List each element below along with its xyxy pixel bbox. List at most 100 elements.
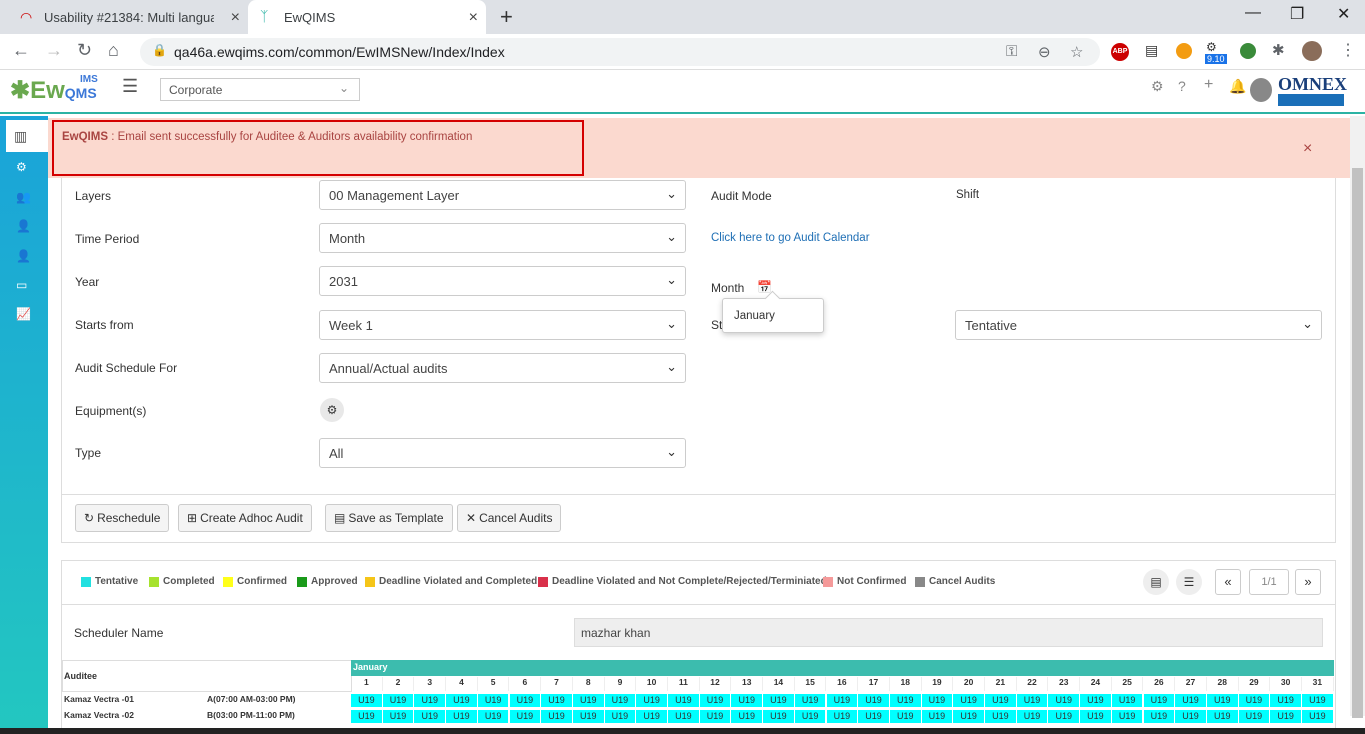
schedule-cell[interactable]: U19	[636, 694, 667, 707]
user-check-icon[interactable]: 👤	[16, 249, 31, 263]
status-select[interactable]: Tentative ⌄	[955, 310, 1322, 340]
schedule-cell[interactable]: U19	[1111, 710, 1143, 723]
page-scrollbar[interactable]	[1350, 116, 1365, 718]
schedule-cell[interactable]: U19	[1143, 710, 1175, 723]
schedule-cell[interactable]: U19	[985, 694, 1016, 707]
schedule-cell[interactable]: U19	[1048, 710, 1080, 723]
menu-icon[interactable]: ⋮	[1340, 40, 1356, 60]
schedule-cell[interactable]: U19	[1175, 710, 1206, 723]
schedule-cell[interactable]: U19	[921, 694, 953, 707]
sidebar-item-active[interactable]: ▥	[6, 120, 48, 152]
save-as-template-button[interactable]: ▤ Save as Template	[325, 504, 453, 532]
schedule-cell[interactable]: U19	[446, 694, 477, 707]
schedule-cell[interactable]: U19	[763, 694, 794, 707]
cogs-icon[interactable]: ⚙	[320, 398, 344, 422]
schedule-cell[interactable]: U19	[794, 710, 826, 723]
document-ext-icon[interactable]: ▤	[1145, 42, 1158, 59]
schedule-cell[interactable]: U19	[953, 694, 984, 707]
schedule-cell[interactable]: U19	[826, 694, 858, 707]
cancel-audits-button[interactable]: ✕ Cancel Audits	[457, 504, 562, 532]
prev-page-button[interactable]: «	[1215, 569, 1241, 595]
close-tab-icon[interactable]: ×	[231, 9, 240, 27]
schedule-cell[interactable]: U19	[1302, 694, 1333, 707]
bell-icon[interactable]: 🔔	[1229, 78, 1246, 95]
close-tab-icon[interactable]: ×	[469, 9, 478, 27]
schedule-cell[interactable]: U19	[572, 694, 604, 707]
create-adhoc-audit-button[interactable]: ⊞ Create Adhoc Audit	[178, 504, 312, 532]
scrollbar-thumb[interactable]	[1352, 168, 1363, 718]
schedule-cell[interactable]: U19	[1270, 694, 1301, 707]
schedule-cell[interactable]: U19	[889, 694, 921, 707]
schedule-cell[interactable]: U19	[1143, 694, 1175, 707]
globe-ext-icon[interactable]	[1240, 43, 1256, 59]
schedule-cell[interactable]: U19	[699, 710, 731, 723]
schedule-cell[interactable]: U19	[541, 694, 572, 707]
schedule-cell[interactable]: U19	[668, 710, 699, 723]
schedule-cell[interactable]: U19	[604, 710, 636, 723]
back-icon[interactable]: ←	[12, 40, 30, 61]
schedule-cell[interactable]: U19	[382, 710, 414, 723]
org-select[interactable]: Corporate ⌄	[160, 78, 360, 101]
type-select[interactable]: All ⌄	[319, 438, 686, 468]
schedule-cell[interactable]: U19	[382, 694, 414, 707]
schedule-cell[interactable]: U19	[509, 694, 541, 707]
schedule-cell[interactable]: U19	[351, 710, 382, 723]
schedule-cell[interactable]: U19	[858, 710, 889, 723]
schedule-cell[interactable]: U19	[668, 694, 699, 707]
export-icon[interactable]: ▤	[1143, 569, 1169, 595]
schedule-cell[interactable]: U19	[889, 710, 921, 723]
hamburger-icon[interactable]: ☰	[122, 76, 138, 97]
minimize-button[interactable]: —	[1245, 4, 1261, 22]
tab-ewqims[interactable]: ᛉ EwQIMS ×	[248, 0, 486, 34]
key-icon[interactable]: ⚿	[1006, 43, 1017, 60]
schedule-cell[interactable]: U19	[731, 710, 763, 723]
schedule-cell[interactable]: U19	[541, 710, 572, 723]
schedule-cell[interactable]: U19	[1238, 710, 1270, 723]
schedule-cell[interactable]: U19	[1238, 694, 1270, 707]
schedule-cell[interactable]: U19	[509, 710, 541, 723]
schedule-cell[interactable]: U19	[794, 694, 826, 707]
schedule-cell[interactable]: U19	[1080, 710, 1111, 723]
firefox-ext-icon[interactable]	[1176, 43, 1192, 59]
schedule-cell[interactable]: U19	[414, 710, 446, 723]
plus-icon[interactable]: +	[1204, 76, 1213, 94]
reload-icon[interactable]: ↻	[77, 40, 92, 61]
schedule-cell[interactable]: U19	[1175, 694, 1206, 707]
tab-usability[interactable]: ◠ Usability #21384: Multi language ×	[8, 0, 248, 34]
users-icon[interactable]: 👥	[16, 190, 31, 204]
schedule-cell[interactable]: U19	[1080, 694, 1111, 707]
maximize-button[interactable]: ❐	[1290, 4, 1304, 24]
audit-schedule-for-select[interactable]: Annual/Actual audits ⌄	[319, 353, 686, 383]
schedule-cell[interactable]: U19	[414, 694, 446, 707]
schedule-cell[interactable]: U19	[1302, 710, 1333, 723]
url-field[interactable]: 🔒 qa46a.ewqims.com/common/EwIMSNew/Index…	[140, 38, 1100, 66]
user-settings-icon[interactable]: 👤	[16, 219, 31, 233]
next-page-button[interactable]: »	[1295, 569, 1321, 595]
schedule-cell[interactable]: U19	[699, 694, 731, 707]
close-window-button[interactable]: ✕	[1337, 4, 1350, 24]
schedule-cell[interactable]: U19	[763, 710, 794, 723]
schedule-cell[interactable]: U19	[604, 694, 636, 707]
layers-icon[interactable]: ☰	[1176, 569, 1202, 595]
chart-icon[interactable]: 📈	[16, 307, 31, 321]
star-icon[interactable]: ☆	[1070, 43, 1083, 61]
alert-close-icon[interactable]: ×	[1303, 140, 1312, 158]
schedule-cell[interactable]: U19	[446, 710, 477, 723]
time-period-select[interactable]: Month ⌄	[319, 223, 686, 253]
zoom-icon[interactable]: ⊖	[1038, 43, 1051, 61]
schedule-cell[interactable]: U19	[636, 710, 667, 723]
help-icon[interactable]: ?	[1178, 78, 1186, 94]
schedule-cell[interactable]: U19	[858, 694, 889, 707]
schedule-cell[interactable]: U19	[921, 710, 953, 723]
schedule-cell[interactable]: U19	[985, 710, 1016, 723]
schedule-cell[interactable]: U19	[351, 694, 382, 707]
audit-calendar-link[interactable]: Click here to go Audit Calendar	[711, 232, 870, 244]
schedule-cell[interactable]: U19	[1016, 694, 1048, 707]
settings-icon[interactable]: ⚙	[1151, 78, 1164, 95]
schedule-cell[interactable]: U19	[1206, 694, 1238, 707]
profile-avatar[interactable]	[1302, 41, 1322, 61]
schedule-cell[interactable]: U19	[1270, 710, 1301, 723]
schedule-cell[interactable]: U19	[1206, 710, 1238, 723]
schedule-cell[interactable]: U19	[477, 694, 509, 707]
reports-icon[interactable]: ▭	[16, 278, 27, 292]
